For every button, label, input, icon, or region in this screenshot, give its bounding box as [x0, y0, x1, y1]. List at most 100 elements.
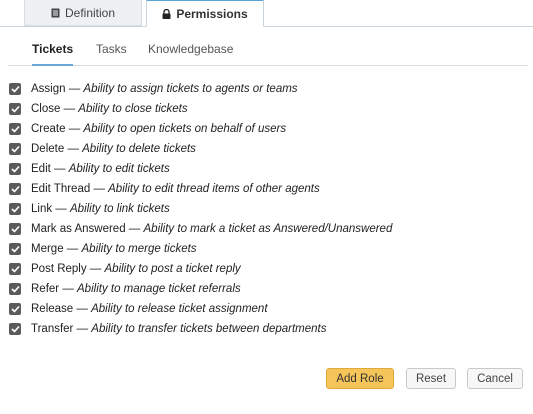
permission-separator: — — [60, 103, 79, 115]
checkmark-icon — [10, 325, 20, 333]
permission-row: Assign — Ability to assign tickets to ag… — [9, 79, 524, 99]
permission-name: Post Reply — [31, 263, 87, 275]
permission-separator: — — [73, 303, 92, 315]
permission-label: Close — Ability to close tickets — [31, 103, 188, 115]
checkmark-icon — [10, 205, 20, 213]
permission-checkbox[interactable] — [9, 303, 21, 315]
tab-permissions[interactable]: Permissions — [146, 0, 264, 27]
permission-checkbox[interactable] — [9, 83, 21, 95]
permission-separator: — — [73, 323, 92, 335]
permission-description: Ability to link tickets — [70, 203, 170, 215]
permission-row: Mark as Answered — Ability to mark a tic… — [9, 219, 524, 239]
permission-separator: — — [63, 243, 82, 255]
permission-row: Transfer — Ability to transfer tickets b… — [9, 319, 524, 339]
permission-description: Ability to mark a ticket as Answered/Una… — [143, 223, 393, 235]
checkmark-icon — [10, 265, 20, 273]
permission-label: Post Reply — Ability to post a ticket re… — [31, 263, 241, 275]
checkmark-icon — [10, 225, 20, 233]
permission-checkbox[interactable] — [9, 183, 21, 195]
permission-name: Create — [31, 123, 66, 135]
tab-permissions-label: Permissions — [176, 6, 248, 21]
sub-tab-tickets[interactable]: Tickets — [32, 42, 74, 66]
lock-icon — [162, 8, 171, 19]
permission-row: Close — Ability to close tickets — [9, 99, 524, 119]
permission-label: Release — Ability to release ticket assi… — [31, 303, 268, 315]
permission-category-tabs: Tickets Tasks Knowledgebase — [8, 36, 528, 66]
checkmark-icon — [10, 185, 20, 193]
permission-separator: — — [50, 163, 69, 175]
permission-description: Ability to merge tickets — [81, 243, 197, 255]
document-icon — [51, 8, 60, 18]
permission-row: Delete — Ability to delete tickets — [9, 139, 524, 159]
permission-name: Edit — [31, 163, 51, 175]
permission-name: Mark as Answered — [31, 223, 126, 235]
checkmark-icon — [10, 305, 20, 313]
permission-row: Edit — Ability to edit tickets — [9, 159, 524, 179]
permission-row: Merge — Ability to merge tickets — [9, 239, 524, 259]
permission-description: Ability to manage ticket referrals — [77, 283, 241, 295]
permission-label: Edit — Ability to edit tickets — [31, 163, 170, 175]
permission-label: Assign — Ability to assign tickets to ag… — [31, 83, 298, 95]
sub-tab-tasks[interactable]: Tasks — [96, 42, 127, 66]
permission-description: Ability to delete tickets — [82, 143, 196, 155]
checkmark-icon — [10, 145, 20, 153]
permission-name: Link — [31, 203, 53, 215]
permission-description: Ability to open tickets on behalf of use… — [83, 123, 287, 135]
permission-description: Ability to close tickets — [78, 103, 188, 115]
permission-name: Merge — [31, 243, 64, 255]
permission-checkbox[interactable] — [9, 143, 21, 155]
permission-name: Refer — [31, 283, 60, 295]
checkmark-icon — [10, 105, 20, 113]
permission-name: Delete — [31, 143, 65, 155]
permission-description: Ability to release ticket assignment — [91, 303, 268, 315]
tab-definition-label: Definition — [64, 5, 116, 20]
permission-label: Mark as Answered — Ability to mark a tic… — [31, 223, 392, 235]
permission-separator: — — [59, 283, 78, 295]
permission-label: Edit Thread — Ability to edit thread ite… — [31, 183, 320, 195]
permission-checkbox[interactable] — [9, 203, 21, 215]
top-tab-bar: Definition Permissions — [0, 0, 533, 27]
checkmark-icon — [10, 165, 20, 173]
reset-button[interactable]: Reset — [406, 368, 456, 389]
checkmark-icon — [10, 285, 20, 293]
permission-separator: — — [64, 143, 83, 155]
permission-checkbox[interactable] — [9, 103, 21, 115]
permission-name: Close — [31, 103, 61, 115]
permission-name: Release — [31, 303, 74, 315]
sub-tab-knowledgebase[interactable]: Knowledgebase — [148, 42, 233, 66]
permission-checkbox[interactable] — [9, 323, 21, 335]
permission-label: Merge — Ability to merge tickets — [31, 243, 197, 255]
permission-checkbox[interactable] — [9, 123, 21, 135]
permission-separator: — — [125, 223, 144, 235]
permission-checkbox[interactable] — [9, 223, 21, 235]
add-role-button[interactable]: Add Role — [326, 368, 394, 389]
permission-row: Create — Ability to open tickets on beha… — [9, 119, 524, 139]
permission-description: Ability to assign tickets to agents or t… — [83, 83, 298, 95]
permission-row: Release — Ability to release ticket assi… — [9, 299, 524, 319]
permission-checkbox[interactable] — [9, 263, 21, 275]
cancel-button[interactable]: Cancel — [467, 368, 523, 389]
permission-row: Edit Thread — Ability to edit thread ite… — [9, 179, 524, 199]
permission-checkbox[interactable] — [9, 163, 21, 175]
permission-list: Assign — Ability to assign tickets to ag… — [9, 79, 524, 339]
permission-description: Ability to edit tickets — [68, 163, 170, 175]
form-actions: Add Role Reset Cancel — [0, 368, 533, 392]
permission-name: Transfer — [31, 323, 74, 335]
permission-separator: — — [90, 183, 109, 195]
checkmark-icon — [10, 245, 20, 253]
permission-checkbox[interactable] — [9, 243, 21, 255]
permission-label: Refer — Ability to manage ticket referra… — [31, 283, 241, 295]
permission-description: Ability to transfer tickets between depa… — [91, 323, 327, 335]
permission-label: Link — Ability to link tickets — [31, 203, 170, 215]
tab-definition[interactable]: Definition — [24, 0, 142, 26]
permission-row: Post Reply — Ability to post a ticket re… — [9, 259, 524, 279]
permission-separator: — — [65, 83, 84, 95]
permission-checkbox[interactable] — [9, 283, 21, 295]
checkmark-icon — [10, 85, 20, 93]
permission-label: Transfer — Ability to transfer tickets b… — [31, 323, 327, 335]
permission-description: Ability to post a ticket reply — [104, 263, 241, 275]
permission-name: Edit Thread — [31, 183, 91, 195]
checkmark-icon — [10, 125, 20, 133]
permission-separator: — — [52, 203, 70, 215]
permission-row: Link — Ability to link tickets — [9, 199, 524, 219]
